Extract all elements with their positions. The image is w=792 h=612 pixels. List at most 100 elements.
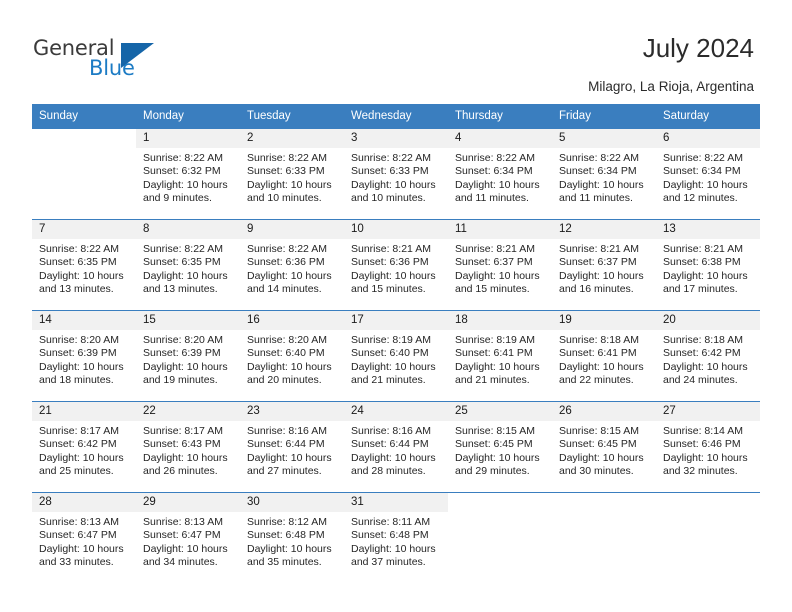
day-details: Sunrise: 8:21 AM Sunset: 6:37 PM Daylight:… [552,239,656,297]
day-detail-line: Sunrise: 8:17 AM [39,425,119,437]
day-detail-line: and 15 minutes. [455,283,530,296]
day-detail-line: Sunrise: 8:14 AM [663,425,743,437]
calendar-day-cell[interactable]: 15 Sunrise: 8:20 AM Sunset: 6:39 PM Dayligh… [136,310,240,402]
calendar-day-cell[interactable]: 9 Sunrise: 8:22 AM Sunset: 6:36 PM Daylight… [240,219,344,311]
day-number: 21 [32,402,136,421]
day-cell-inner: 31 Sunrise: 8:11 AM Sunset: 6:48 PM Dayligh… [344,493,448,583]
day-detail-line: Sunrise: 8:22 AM [455,152,535,164]
day-cell-inner: 20 Sunrise: 8:18 AM Sunset: 6:42 PM Dayligh… [656,311,760,401]
calendar-day-cell[interactable]: 27 Sunrise: 8:14 AM Sunset: 6:46 PM Dayligh… [656,401,760,493]
calendar-day-cell[interactable]: 24 Sunrise: 8:16 AM Sunset: 6:44 PM Dayligh… [344,401,448,493]
day-details: Sunrise: 8:21 AM Sunset: 6:38 PM Daylight:… [656,239,760,297]
day-detail-line: Sunrise: 8:22 AM [559,152,639,164]
day-detail-line: and 29 minutes. [455,465,530,478]
calendar-cell-empty [32,128,136,220]
day-detail-line: Sunset: 6:33 PM [247,165,325,178]
day-detail-line: Daylight: 10 hours [143,360,228,373]
day-details: Sunrise: 8:18 AM Sunset: 6:42 PM Daylight:… [656,330,760,388]
calendar-day-cell[interactable]: 11 Sunrise: 8:21 AM Sunset: 6:37 PM Dayligh… [448,219,552,311]
calendar-week-row: 14 Sunrise: 8:20 AM Sunset: 6:39 PM Dayligh… [32,310,760,402]
day-details: Sunrise: 8:22 AM Sunset: 6:34 PM Daylight:… [552,148,656,206]
calendar-day-cell[interactable]: 29 Sunrise: 8:13 AM Sunset: 6:47 PM Dayligh… [136,492,240,583]
calendar-day-cell[interactable]: 26 Sunrise: 8:15 AM Sunset: 6:45 PM Dayligh… [552,401,656,493]
calendar-day-cell[interactable]: 7 Sunrise: 8:22 AM Sunset: 6:35 PM Daylight… [32,219,136,311]
calendar-day-cell[interactable]: 3 Sunrise: 8:22 AM Sunset: 6:33 PM Daylight… [344,128,448,220]
calendar-day-cell[interactable]: 10 Sunrise: 8:21 AM Sunset: 6:36 PM Dayligh… [344,219,448,311]
day-details: Sunrise: 8:22 AM Sunset: 6:35 PM Daylight:… [32,239,136,297]
day-detail-line: and 12 minutes. [663,192,738,205]
calendar-day-cell[interactable]: 16 Sunrise: 8:20 AM Sunset: 6:40 PM Dayligh… [240,310,344,402]
day-cell-inner: 27 Sunrise: 8:14 AM Sunset: 6:46 PM Dayligh… [656,402,760,492]
day-number: 4 [448,129,552,148]
calendar-day-cell[interactable]: 17 Sunrise: 8:19 AM Sunset: 6:40 PM Dayligh… [344,310,448,402]
day-detail-line: Sunrise: 8:22 AM [247,243,327,255]
calendar-day-cell[interactable]: 28 Sunrise: 8:13 AM Sunset: 6:47 PM Dayligh… [32,492,136,583]
day-detail-line: Sunrise: 8:22 AM [663,152,743,164]
day-details: Sunrise: 8:19 AM Sunset: 6:41 PM Daylight:… [448,330,552,388]
day-detail-line: and 24 minutes. [663,374,738,387]
day-cell-inner: 14 Sunrise: 8:20 AM Sunset: 6:39 PM Dayligh… [32,311,136,401]
day-cell-inner: 15 Sunrise: 8:20 AM Sunset: 6:39 PM Dayligh… [136,311,240,401]
day-detail-line: and 14 minutes. [247,283,322,296]
day-cell-inner: 2 Sunrise: 8:22 AM Sunset: 6:33 PM Daylight… [240,129,344,219]
day-detail-line: and 17 minutes. [663,283,738,296]
day-detail-line: and 35 minutes. [247,556,322,569]
day-number: 28 [32,493,136,512]
calendar-day-cell[interactable]: 18 Sunrise: 8:19 AM Sunset: 6:41 PM Dayligh… [448,310,552,402]
calendar-day-cell[interactable]: 12 Sunrise: 8:21 AM Sunset: 6:37 PM Dayligh… [552,219,656,311]
day-detail-line: Sunset: 6:42 PM [663,347,741,360]
day-cell-inner [656,493,760,583]
day-cell-inner [552,493,656,583]
calendar-day-cell[interactable]: 4 Sunrise: 8:22 AM Sunset: 6:34 PM Daylight… [448,128,552,220]
day-number: 3 [344,129,448,148]
day-cell-inner: 24 Sunrise: 8:16 AM Sunset: 6:44 PM Dayligh… [344,402,448,492]
day-detail-line: Sunset: 6:45 PM [455,438,533,451]
calendar-day-cell[interactable]: 22 Sunrise: 8:17 AM Sunset: 6:43 PM Dayligh… [136,401,240,493]
day-cell-inner: 3 Sunrise: 8:22 AM Sunset: 6:33 PM Daylight… [344,129,448,219]
day-detail-line: Daylight: 10 hours [351,360,436,373]
day-detail-line: Daylight: 10 hours [559,360,644,373]
day-detail-line: Daylight: 10 hours [143,542,228,555]
calendar-day-cell[interactable]: 14 Sunrise: 8:20 AM Sunset: 6:39 PM Dayligh… [32,310,136,402]
calendar-day-cell[interactable]: 2 Sunrise: 8:22 AM Sunset: 6:33 PM Daylight… [240,128,344,220]
day-details: Sunrise: 8:22 AM Sunset: 6:33 PM Daylight:… [344,148,448,206]
day-detail-line: Daylight: 10 hours [39,451,124,464]
calendar-day-cell[interactable]: 1 Sunrise: 8:22 AM Sunset: 6:32 PM Daylight… [136,128,240,220]
day-number: 30 [240,493,344,512]
calendar-day-cell[interactable]: 6 Sunrise: 8:22 AM Sunset: 6:34 PM Daylight… [656,128,760,220]
day-detail-line: Daylight: 10 hours [559,451,644,464]
day-detail-line: and 37 minutes. [351,556,426,569]
brand-logo[interactable]: General Blue [33,36,213,84]
day-cell-inner: 9 Sunrise: 8:22 AM Sunset: 6:36 PM Daylight… [240,220,344,310]
day-detail-line: Sunset: 6:41 PM [559,347,637,360]
day-detail-line: Sunrise: 8:22 AM [39,243,119,255]
day-detail-line: Sunrise: 8:21 AM [559,243,639,255]
calendar-day-cell[interactable]: 8 Sunrise: 8:22 AM Sunset: 6:35 PM Daylight… [136,219,240,311]
day-number [552,493,656,512]
day-details: Sunrise: 8:17 AM Sunset: 6:43 PM Daylight:… [136,421,240,479]
calendar-day-cell[interactable]: 5 Sunrise: 8:22 AM Sunset: 6:34 PM Daylight… [552,128,656,220]
calendar-day-cell[interactable]: 13 Sunrise: 8:21 AM Sunset: 6:38 PM Dayligh… [656,219,760,311]
calendar-week-row: 28 Sunrise: 8:13 AM Sunset: 6:47 PM Dayligh… [32,492,760,583]
day-details: Sunrise: 8:15 AM Sunset: 6:45 PM Daylight:… [448,421,552,479]
day-number: 15 [136,311,240,330]
day-details: Sunrise: 8:21 AM Sunset: 6:37 PM Daylight:… [448,239,552,297]
day-detail-line: and 27 minutes. [247,465,322,478]
day-detail-line: Sunset: 6:36 PM [247,256,325,269]
day-cell-inner: 29 Sunrise: 8:13 AM Sunset: 6:47 PM Dayligh… [136,493,240,583]
day-detail-line: Sunset: 6:44 PM [247,438,325,451]
day-details: Sunrise: 8:20 AM Sunset: 6:40 PM Daylight:… [240,330,344,388]
calendar-day-cell[interactable]: 23 Sunrise: 8:16 AM Sunset: 6:44 PM Dayligh… [240,401,344,493]
day-detail-line: Daylight: 10 hours [455,178,540,191]
calendar-day-cell[interactable]: 19 Sunrise: 8:18 AM Sunset: 6:41 PM Dayligh… [552,310,656,402]
calendar-day-cell[interactable]: 20 Sunrise: 8:18 AM Sunset: 6:42 PM Dayligh… [656,310,760,402]
calendar-day-cell[interactable]: 21 Sunrise: 8:17 AM Sunset: 6:42 PM Dayligh… [32,401,136,493]
calendar-day-cell[interactable]: 25 Sunrise: 8:15 AM Sunset: 6:45 PM Dayligh… [448,401,552,493]
day-detail-line: Sunset: 6:38 PM [663,256,741,269]
day-detail-line: and 32 minutes. [663,465,738,478]
weekday-header-friday: Friday [552,104,656,129]
calendar-day-cell[interactable]: 31 Sunrise: 8:11 AM Sunset: 6:48 PM Dayligh… [344,492,448,583]
day-details: Sunrise: 8:22 AM Sunset: 6:35 PM Daylight:… [136,239,240,297]
calendar-day-cell[interactable]: 30 Sunrise: 8:12 AM Sunset: 6:48 PM Dayligh… [240,492,344,583]
day-detail-line: and 9 minutes. [143,192,212,205]
